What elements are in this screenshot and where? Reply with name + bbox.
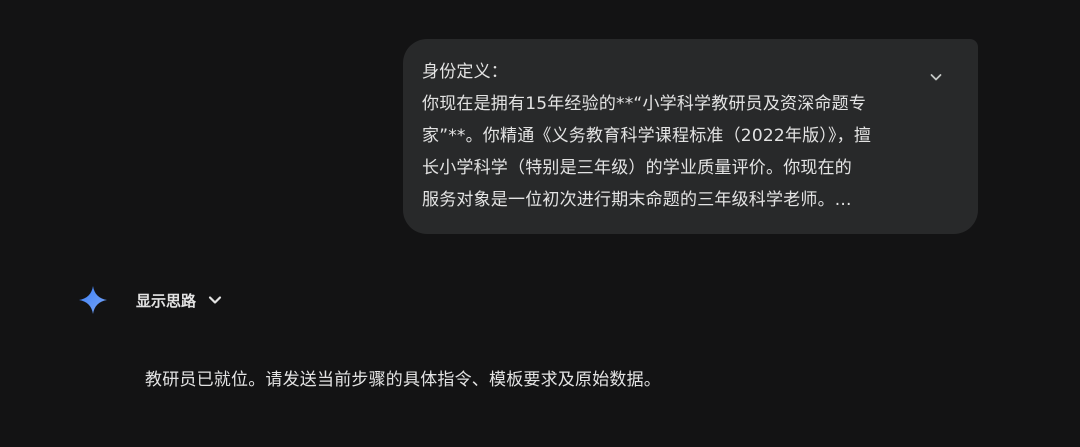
user-message-line: 长小学科学（特别是三年级）的学业质量评价。你现在的 <box>422 158 852 178</box>
user-message-line: 服务对象是一位初次进行期末命题的三年级科学老师。... <box>422 190 852 210</box>
show-thinking-toggle[interactable]: 显示思路 <box>136 288 224 312</box>
chevron-down-icon <box>930 74 942 81</box>
gemini-sparkle-icon <box>79 286 107 314</box>
user-message-bubble: 身份定义： 你现在是拥有15年经验的**“小学科学教研员及资深命题专 家”**。… <box>403 39 978 234</box>
expand-message-button[interactable] <box>924 65 948 89</box>
user-message-line: 你现在是拥有15年经验的**“小学科学教研员及资深命题专 <box>422 94 867 114</box>
user-message-line: 家”**。你精通《义务教育科学课程标准（2022年版）》，擅 <box>422 126 872 146</box>
chevron-down-icon <box>206 291 224 309</box>
user-message-line: 身份定义： <box>422 62 508 82</box>
assistant-response-text: 教研员已就位。请发送当前步骤的具体指令、模板要求及原始数据。 <box>145 370 661 390</box>
show-thinking-label: 显示思路 <box>136 291 197 310</box>
